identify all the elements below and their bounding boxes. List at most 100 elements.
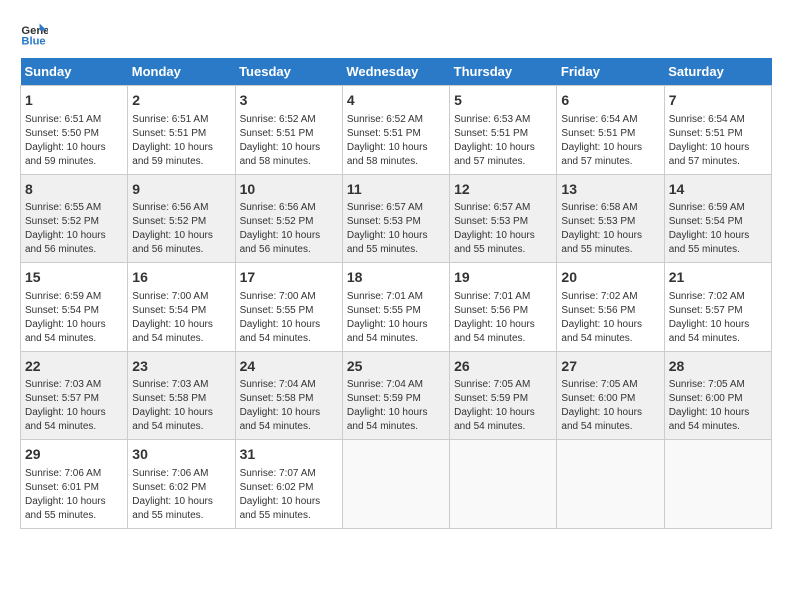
calendar-cell: 29Sunrise: 7:06 AMSunset: 6:01 PMDayligh… xyxy=(21,440,128,529)
calendar-cell: 7Sunrise: 6:54 AMSunset: 5:51 PMDaylight… xyxy=(664,86,771,175)
header-wednesday: Wednesday xyxy=(342,58,449,86)
day-number: 22 xyxy=(25,357,123,377)
day-number: 12 xyxy=(454,180,552,200)
day-info: Sunrise: 7:02 AMSunset: 5:56 PMDaylight:… xyxy=(561,290,659,346)
header-tuesday: Tuesday xyxy=(235,58,342,86)
day-number: 19 xyxy=(454,268,552,288)
day-number: 6 xyxy=(561,91,659,111)
calendar-cell: 10Sunrise: 6:56 AMSunset: 5:52 PMDayligh… xyxy=(235,174,342,263)
header-sunday: Sunday xyxy=(21,58,128,86)
day-info: Sunrise: 7:06 AMSunset: 6:01 PMDaylight:… xyxy=(25,467,123,523)
day-info: Sunrise: 6:54 AMSunset: 5:51 PMDaylight:… xyxy=(561,113,659,169)
calendar-cell: 3Sunrise: 6:52 AMSunset: 5:51 PMDaylight… xyxy=(235,86,342,175)
day-number: 29 xyxy=(25,445,123,465)
calendar-cell: 8Sunrise: 6:55 AMSunset: 5:52 PMDaylight… xyxy=(21,174,128,263)
day-number: 1 xyxy=(25,91,123,111)
day-info: Sunrise: 6:52 AMSunset: 5:51 PMDaylight:… xyxy=(240,113,338,169)
calendar-cell: 18Sunrise: 7:01 AMSunset: 5:55 PMDayligh… xyxy=(342,263,449,352)
day-info: Sunrise: 6:51 AMSunset: 5:51 PMDaylight:… xyxy=(132,113,230,169)
calendar-cell: 6Sunrise: 6:54 AMSunset: 5:51 PMDaylight… xyxy=(557,86,664,175)
day-number: 10 xyxy=(240,180,338,200)
day-number: 28 xyxy=(669,357,767,377)
day-number: 30 xyxy=(132,445,230,465)
day-info: Sunrise: 7:00 AMSunset: 5:54 PMDaylight:… xyxy=(132,290,230,346)
calendar-cell: 1Sunrise: 6:51 AMSunset: 5:50 PMDaylight… xyxy=(21,86,128,175)
calendar-cell xyxy=(664,440,771,529)
page-header: General Blue xyxy=(20,20,772,48)
day-number: 23 xyxy=(132,357,230,377)
calendar-cell: 11Sunrise: 6:57 AMSunset: 5:53 PMDayligh… xyxy=(342,174,449,263)
day-info: Sunrise: 7:05 AMSunset: 5:59 PMDaylight:… xyxy=(454,378,552,434)
calendar-cell: 14Sunrise: 6:59 AMSunset: 5:54 PMDayligh… xyxy=(664,174,771,263)
calendar-cell: 9Sunrise: 6:56 AMSunset: 5:52 PMDaylight… xyxy=(128,174,235,263)
calendar-cell: 16Sunrise: 7:00 AMSunset: 5:54 PMDayligh… xyxy=(128,263,235,352)
day-number: 21 xyxy=(669,268,767,288)
calendar-week-2: 8Sunrise: 6:55 AMSunset: 5:52 PMDaylight… xyxy=(21,174,772,263)
calendar-cell: 21Sunrise: 7:02 AMSunset: 5:57 PMDayligh… xyxy=(664,263,771,352)
day-info: Sunrise: 7:03 AMSunset: 5:57 PMDaylight:… xyxy=(25,378,123,434)
day-info: Sunrise: 6:59 AMSunset: 5:54 PMDaylight:… xyxy=(669,201,767,257)
day-info: Sunrise: 7:04 AMSunset: 5:58 PMDaylight:… xyxy=(240,378,338,434)
logo-icon: General Blue xyxy=(20,20,48,48)
day-info: Sunrise: 7:04 AMSunset: 5:59 PMDaylight:… xyxy=(347,378,445,434)
calendar-cell: 20Sunrise: 7:02 AMSunset: 5:56 PMDayligh… xyxy=(557,263,664,352)
calendar-cell: 4Sunrise: 6:52 AMSunset: 5:51 PMDaylight… xyxy=(342,86,449,175)
header-monday: Monday xyxy=(128,58,235,86)
calendar-cell: 24Sunrise: 7:04 AMSunset: 5:58 PMDayligh… xyxy=(235,351,342,440)
calendar-week-1: 1Sunrise: 6:51 AMSunset: 5:50 PMDaylight… xyxy=(21,86,772,175)
day-number: 2 xyxy=(132,91,230,111)
day-number: 5 xyxy=(454,91,552,111)
day-info: Sunrise: 6:56 AMSunset: 5:52 PMDaylight:… xyxy=(240,201,338,257)
calendar-cell xyxy=(450,440,557,529)
calendar-table: SundayMondayTuesdayWednesdayThursdayFrid… xyxy=(20,58,772,529)
calendar-cell: 25Sunrise: 7:04 AMSunset: 5:59 PMDayligh… xyxy=(342,351,449,440)
calendar-cell: 27Sunrise: 7:05 AMSunset: 6:00 PMDayligh… xyxy=(557,351,664,440)
day-info: Sunrise: 7:05 AMSunset: 6:00 PMDaylight:… xyxy=(669,378,767,434)
day-info: Sunrise: 6:54 AMSunset: 5:51 PMDaylight:… xyxy=(669,113,767,169)
day-number: 8 xyxy=(25,180,123,200)
day-info: Sunrise: 6:57 AMSunset: 5:53 PMDaylight:… xyxy=(454,201,552,257)
calendar-body: 1Sunrise: 6:51 AMSunset: 5:50 PMDaylight… xyxy=(21,86,772,529)
day-info: Sunrise: 6:51 AMSunset: 5:50 PMDaylight:… xyxy=(25,113,123,169)
day-number: 15 xyxy=(25,268,123,288)
calendar-cell: 26Sunrise: 7:05 AMSunset: 5:59 PMDayligh… xyxy=(450,351,557,440)
day-number: 13 xyxy=(561,180,659,200)
day-info: Sunrise: 7:01 AMSunset: 5:56 PMDaylight:… xyxy=(454,290,552,346)
calendar-cell: 12Sunrise: 6:57 AMSunset: 5:53 PMDayligh… xyxy=(450,174,557,263)
calendar-cell: 19Sunrise: 7:01 AMSunset: 5:56 PMDayligh… xyxy=(450,263,557,352)
calendar-cell: 2Sunrise: 6:51 AMSunset: 5:51 PMDaylight… xyxy=(128,86,235,175)
day-number: 18 xyxy=(347,268,445,288)
day-info: Sunrise: 6:56 AMSunset: 5:52 PMDaylight:… xyxy=(132,201,230,257)
header-friday: Friday xyxy=(557,58,664,86)
calendar-cell: 15Sunrise: 6:59 AMSunset: 5:54 PMDayligh… xyxy=(21,263,128,352)
svg-text:Blue: Blue xyxy=(21,36,45,48)
day-info: Sunrise: 6:57 AMSunset: 5:53 PMDaylight:… xyxy=(347,201,445,257)
header-thursday: Thursday xyxy=(450,58,557,86)
day-number: 26 xyxy=(454,357,552,377)
day-number: 11 xyxy=(347,180,445,200)
calendar-week-5: 29Sunrise: 7:06 AMSunset: 6:01 PMDayligh… xyxy=(21,440,772,529)
day-info: Sunrise: 6:53 AMSunset: 5:51 PMDaylight:… xyxy=(454,113,552,169)
calendar-cell: 5Sunrise: 6:53 AMSunset: 5:51 PMDaylight… xyxy=(450,86,557,175)
day-number: 9 xyxy=(132,180,230,200)
day-info: Sunrise: 7:00 AMSunset: 5:55 PMDaylight:… xyxy=(240,290,338,346)
day-number: 16 xyxy=(132,268,230,288)
calendar-cell xyxy=(342,440,449,529)
logo: General Blue xyxy=(20,20,52,48)
day-number: 7 xyxy=(669,91,767,111)
day-number: 25 xyxy=(347,357,445,377)
day-info: Sunrise: 7:03 AMSunset: 5:58 PMDaylight:… xyxy=(132,378,230,434)
header-saturday: Saturday xyxy=(664,58,771,86)
calendar-cell: 31Sunrise: 7:07 AMSunset: 6:02 PMDayligh… xyxy=(235,440,342,529)
calendar-cell: 23Sunrise: 7:03 AMSunset: 5:58 PMDayligh… xyxy=(128,351,235,440)
calendar-header-row: SundayMondayTuesdayWednesdayThursdayFrid… xyxy=(21,58,772,86)
day-number: 14 xyxy=(669,180,767,200)
day-info: Sunrise: 6:58 AMSunset: 5:53 PMDaylight:… xyxy=(561,201,659,257)
day-number: 27 xyxy=(561,357,659,377)
calendar-cell: 28Sunrise: 7:05 AMSunset: 6:00 PMDayligh… xyxy=(664,351,771,440)
calendar-cell: 17Sunrise: 7:00 AMSunset: 5:55 PMDayligh… xyxy=(235,263,342,352)
day-info: Sunrise: 7:01 AMSunset: 5:55 PMDaylight:… xyxy=(347,290,445,346)
calendar-week-4: 22Sunrise: 7:03 AMSunset: 5:57 PMDayligh… xyxy=(21,351,772,440)
calendar-cell: 22Sunrise: 7:03 AMSunset: 5:57 PMDayligh… xyxy=(21,351,128,440)
day-info: Sunrise: 7:06 AMSunset: 6:02 PMDaylight:… xyxy=(132,467,230,523)
